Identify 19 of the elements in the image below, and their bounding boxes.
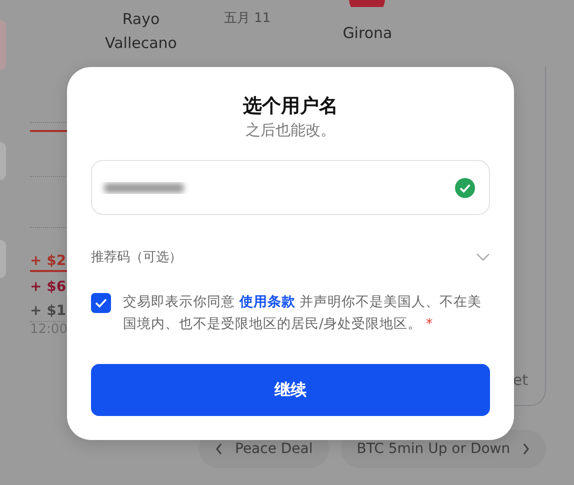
price-label: + $2 xyxy=(30,252,68,270)
username-field[interactable] xyxy=(91,160,490,215)
match-date: 五月 11 xyxy=(224,10,271,28)
check-icon xyxy=(95,298,107,308)
dialog-title: 选个用户名 xyxy=(242,94,339,119)
team-name: Rayo Vallecano xyxy=(104,9,178,54)
consent-checkbox[interactable] xyxy=(91,293,111,313)
referral-dropdown[interactable]: 推荐码（可选） xyxy=(91,245,490,269)
consent-text: 交易即表示你同意 使用条款 并声明你不是美国人、不在美国境内、也不是受限地区的居民/身处受限地区。 * xyxy=(123,293,483,334)
card-text: et xyxy=(512,371,528,389)
price-label: + $6 xyxy=(30,278,68,296)
price-label: + $1 xyxy=(30,302,68,320)
team-name: Girona xyxy=(342,23,392,44)
terms-link[interactable]: 使用条款 xyxy=(239,294,296,310)
chevron-right-icon xyxy=(522,443,530,455)
chevron-left-icon xyxy=(215,443,223,455)
continue-button[interactable]: 继续 xyxy=(91,364,490,416)
team-crest-icon xyxy=(347,0,388,7)
dialog-subtitle: 之后也能改。 xyxy=(244,121,336,140)
